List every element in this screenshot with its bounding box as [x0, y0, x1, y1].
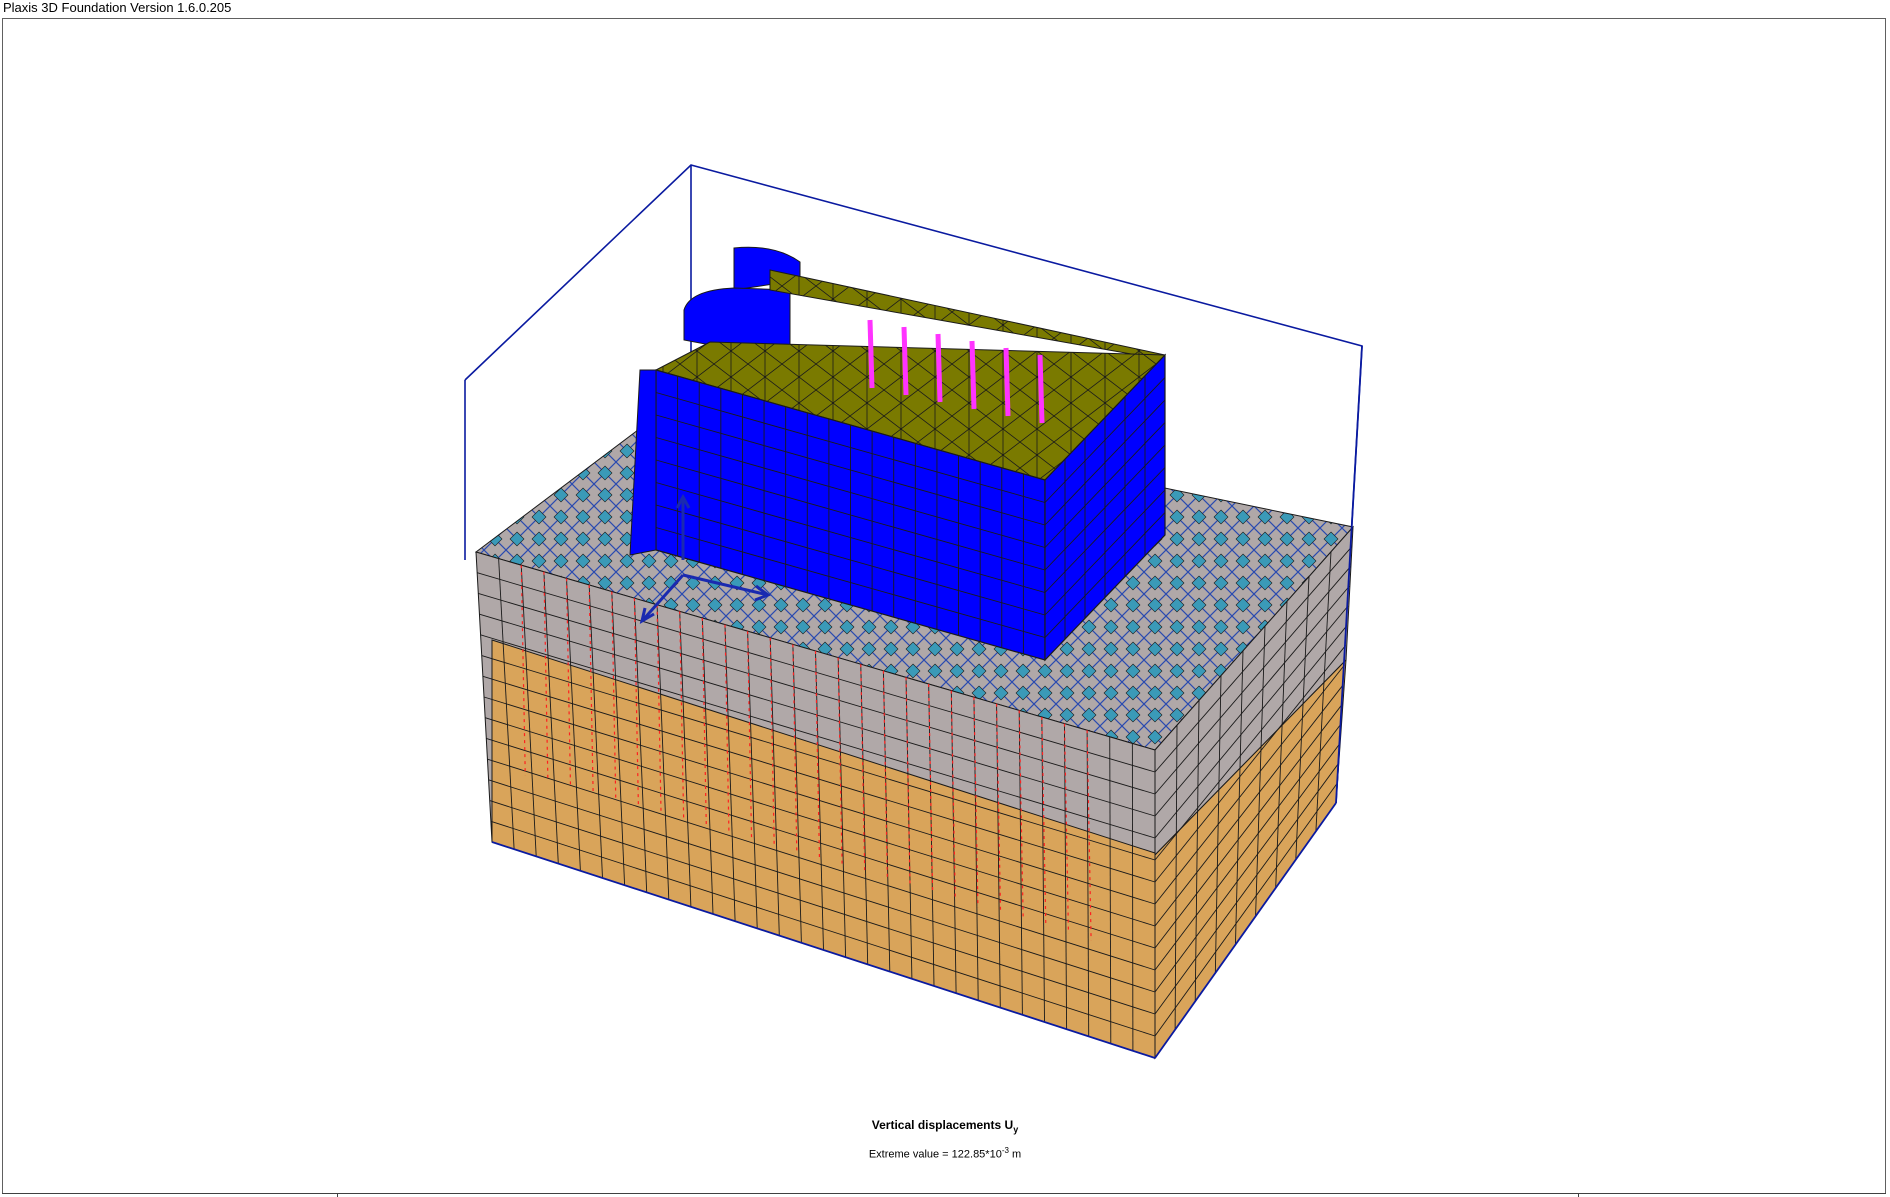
- mesh-line: [935, 333, 943, 403]
- mesh-line: [867, 319, 875, 389]
- quantity-title: Vertical displacements U: [871, 1118, 1014, 1132]
- mesh-line: [1037, 354, 1045, 424]
- mesh-line: [969, 340, 977, 410]
- quantity-caption: Vertical displacements Uy: [0, 1118, 1890, 1134]
- extreme-exponent: -3: [1001, 1146, 1009, 1155]
- extreme-label: Extreme value = 122.85*10: [868, 1148, 1002, 1161]
- extreme-value-caption: Extreme value = 122.85*10-3 m: [0, 1146, 1890, 1161]
- model-view[interactable]: [0, 0, 1890, 1197]
- quantity-subscript: y: [1013, 1124, 1019, 1135]
- mesh-line: [901, 326, 909, 396]
- extreme-unit: m: [1008, 1148, 1022, 1161]
- mesh-line: [1003, 347, 1011, 417]
